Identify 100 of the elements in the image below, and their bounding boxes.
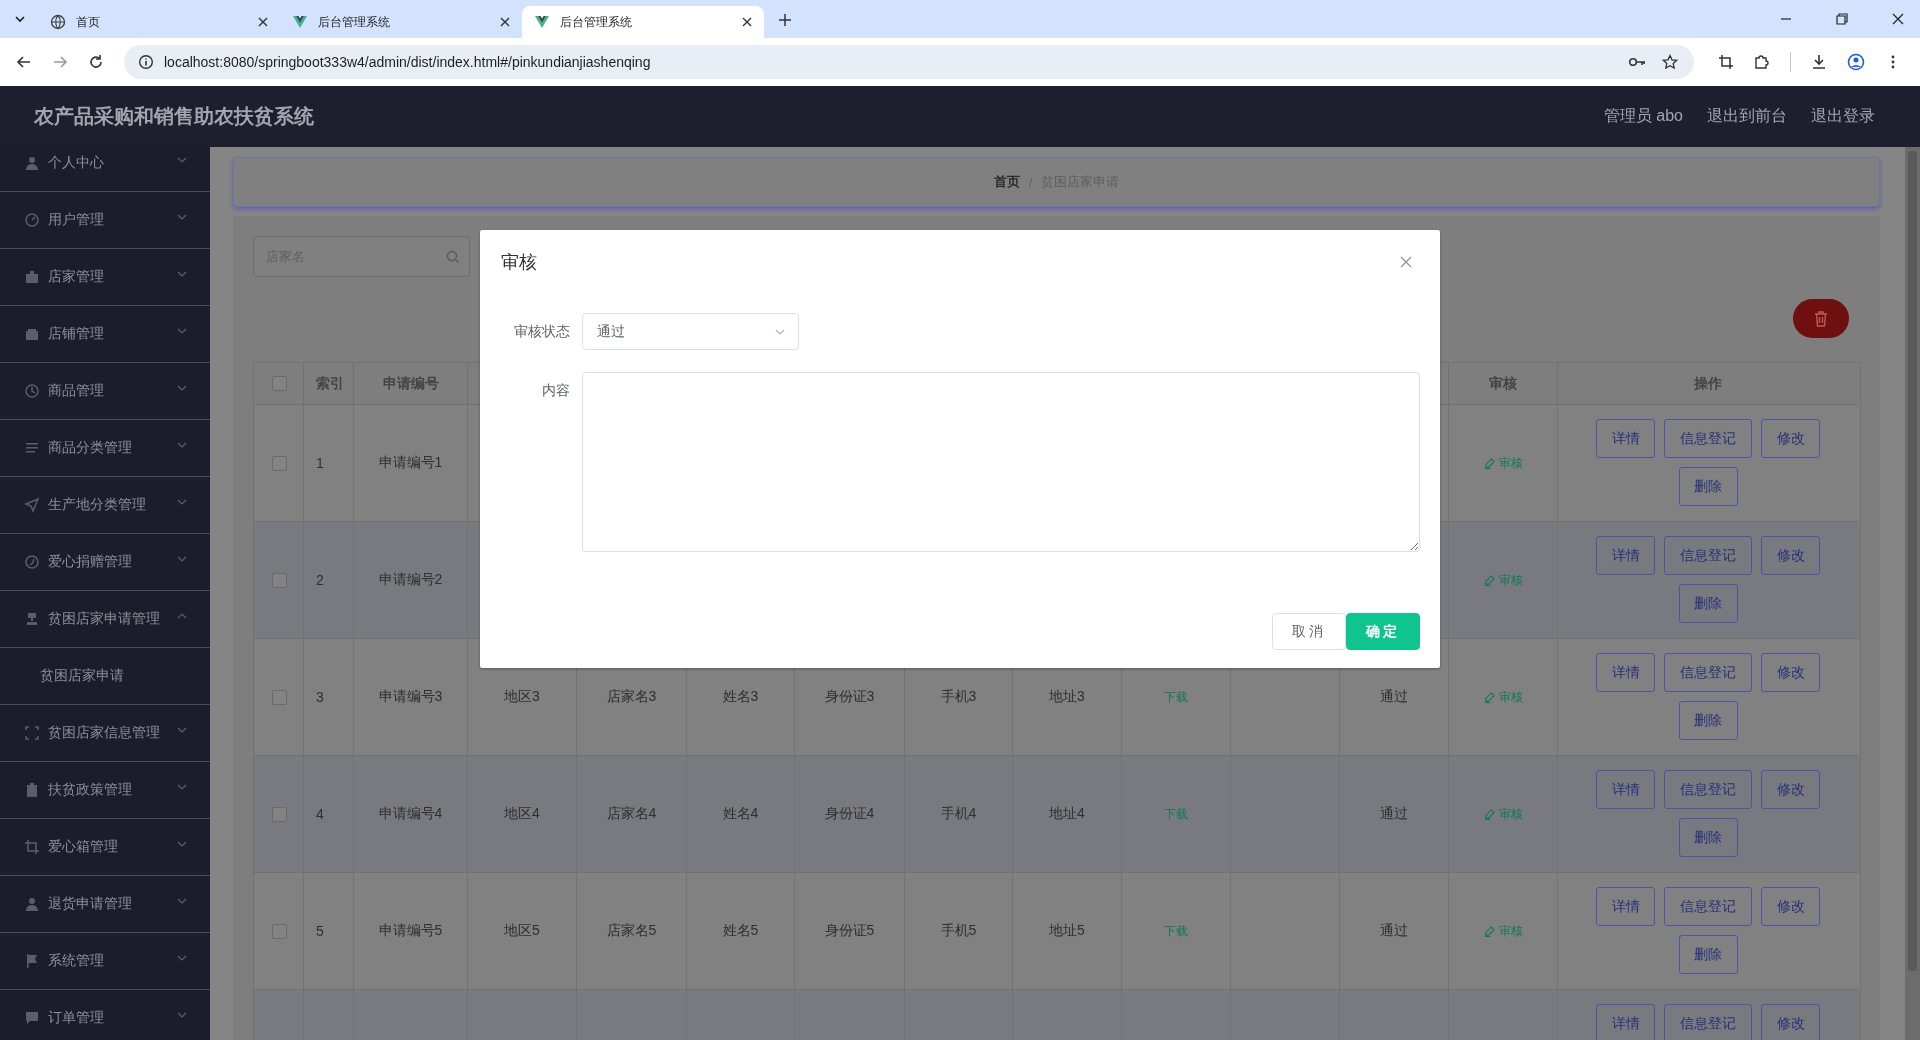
- field-label: 审核状态: [513, 322, 571, 341]
- table-cell: 地址4: [1049, 805, 1085, 823]
- restore-icon[interactable]: [1836, 13, 1848, 25]
- action-button[interactable]: 信息登记: [1664, 770, 1752, 809]
- action-button[interactable]: 删除: [1678, 935, 1738, 974]
- table-cell: 手机5: [940, 922, 977, 940]
- action-button[interactable]: 详情: [1596, 770, 1655, 809]
- action-button[interactable]: 信息登记: [1664, 536, 1752, 575]
- table-cell: 申请编号5: [378, 922, 443, 940]
- action-button[interactable]: 信息登记: [1664, 887, 1752, 926]
- action-button[interactable]: 详情: [1596, 1004, 1655, 1040]
- stamp-icon: [24, 611, 40, 627]
- table-cell: 身份证5: [824, 922, 875, 940]
- table-cell: 3: [316, 689, 324, 705]
- close-icon[interactable]: [500, 17, 510, 27]
- breadcrumb-item[interactable]: 首页: [993, 173, 1020, 191]
- action-button[interactable]: 详情: [1596, 887, 1655, 926]
- table-cell: 店家名5: [606, 922, 657, 940]
- pencil-icon: [1483, 691, 1495, 703]
- action-button[interactable]: 修改: [1761, 419, 1820, 458]
- action-button[interactable]: 详情: [1596, 653, 1655, 692]
- action-button[interactable]: 修改: [1761, 887, 1820, 926]
- cancel-button[interactable]: 取消: [1272, 613, 1346, 650]
- browser-tab[interactable]: 首页: [38, 6, 280, 38]
- table-cell: 通过: [1380, 805, 1408, 823]
- table-cell: 姓名3: [722, 688, 759, 706]
- checkbox[interactable]: [272, 455, 287, 471]
- table-cell: 地址3: [1049, 688, 1085, 706]
- header-link[interactable]: 管理员 abo: [1603, 106, 1683, 127]
- action-button[interactable]: 修改: [1761, 653, 1820, 692]
- action-button[interactable]: 信息登记: [1664, 1004, 1752, 1040]
- confirm-button[interactable]: 确定: [1346, 613, 1420, 650]
- app-title: 农产品采购和销售助农扶贫系统: [34, 104, 314, 129]
- header-link[interactable]: 退出登录: [1811, 106, 1875, 127]
- action-button[interactable]: 删除: [1678, 584, 1738, 623]
- action-button[interactable]: 信息登记: [1664, 653, 1752, 692]
- address-bar[interactable]: localhost:8080/springboot333w4/admin/dist/index.html#/pinkundianjiashenqing: [124, 45, 1694, 79]
- action-button[interactable]: 删除: [1678, 467, 1738, 506]
- action-button[interactable]: 修改: [1761, 536, 1820, 575]
- table-cell: 通过: [1380, 922, 1408, 940]
- chat-icon: [24, 1010, 40, 1026]
- v-logo-icon: [534, 14, 550, 30]
- table-cell: 4: [316, 806, 324, 822]
- globe-icon: [50, 14, 66, 30]
- checkbox[interactable]: [272, 376, 287, 391]
- action-button[interactable]: 详情: [1596, 419, 1655, 458]
- user-icon: [24, 896, 40, 912]
- url-text: localhost:8080/springboot333w4/admin/dist/index.html#/pinkundianjiashenqing: [164, 54, 651, 70]
- clock-icon: [24, 383, 40, 399]
- header-link[interactable]: 退出到前台: [1707, 106, 1787, 127]
- briefcase-icon: [24, 269, 40, 285]
- browser-tab[interactable]: 后台管理系统: [280, 6, 522, 38]
- table-cell: 手机3: [940, 688, 977, 706]
- status-select[interactable]: 通过: [582, 313, 799, 350]
- action-button[interactable]: 信息登记: [1664, 419, 1752, 458]
- pencil-icon: [1483, 574, 1495, 586]
- forward-icon[interactable]: [52, 54, 68, 70]
- action-button[interactable]: 修改: [1761, 770, 1820, 809]
- fullscreen-icon: [24, 725, 40, 741]
- checkbox[interactable]: [272, 923, 287, 939]
- close-icon[interactable]: [742, 17, 752, 27]
- table-cell: 姓名4: [722, 805, 759, 823]
- download-icon[interactable]: [1811, 54, 1827, 70]
- table-cell: 地区3: [504, 688, 540, 706]
- scrollbar[interactable]: [1905, 147, 1920, 1040]
- reload-icon[interactable]: [88, 54, 104, 70]
- table-cell: 手机4: [940, 805, 977, 823]
- v-logo-icon: [292, 14, 308, 30]
- table-cell: 1: [316, 455, 324, 471]
- table-cell: 地区4: [504, 805, 540, 823]
- close-icon[interactable]: [258, 17, 268, 27]
- new-tab-icon[interactable]: [778, 13, 792, 27]
- action-button[interactable]: 修改: [1761, 1004, 1820, 1040]
- back-icon[interactable]: [16, 54, 32, 70]
- list-icon: [24, 440, 40, 456]
- action-button[interactable]: 删除: [1678, 818, 1738, 857]
- star-icon[interactable]: [1662, 54, 1678, 70]
- table-cell: 2: [316, 572, 324, 588]
- user-icon: [24, 155, 40, 171]
- content-field[interactable]: [582, 372, 1420, 552]
- delete-button[interactable]: [1793, 299, 1849, 338]
- checkbox[interactable]: [272, 806, 287, 822]
- action-button[interactable]: 删除: [1678, 701, 1738, 740]
- puzzle-icon[interactable]: [1754, 54, 1770, 70]
- clipboard-icon: [24, 782, 40, 798]
- action-button[interactable]: 详情: [1596, 536, 1655, 575]
- field-label: 内容: [541, 381, 571, 400]
- crop-icon[interactable]: [1718, 54, 1734, 70]
- dialog-title: 审核: [501, 251, 537, 274]
- checkbox[interactable]: [272, 689, 287, 705]
- wallet-icon: [24, 326, 40, 342]
- checkbox[interactable]: [272, 572, 287, 588]
- profile-icon[interactable]: [1847, 53, 1865, 71]
- browser-tab[interactable]: 后台管理系统: [522, 6, 764, 38]
- flag-icon: [24, 953, 40, 969]
- table-cell: 申请编号4: [378, 805, 443, 823]
- close-icon[interactable]: [1892, 13, 1904, 25]
- table-cell: 身份证3: [824, 688, 875, 706]
- table-cell: 地址5: [1049, 922, 1085, 940]
- search-icon: [446, 250, 460, 264]
